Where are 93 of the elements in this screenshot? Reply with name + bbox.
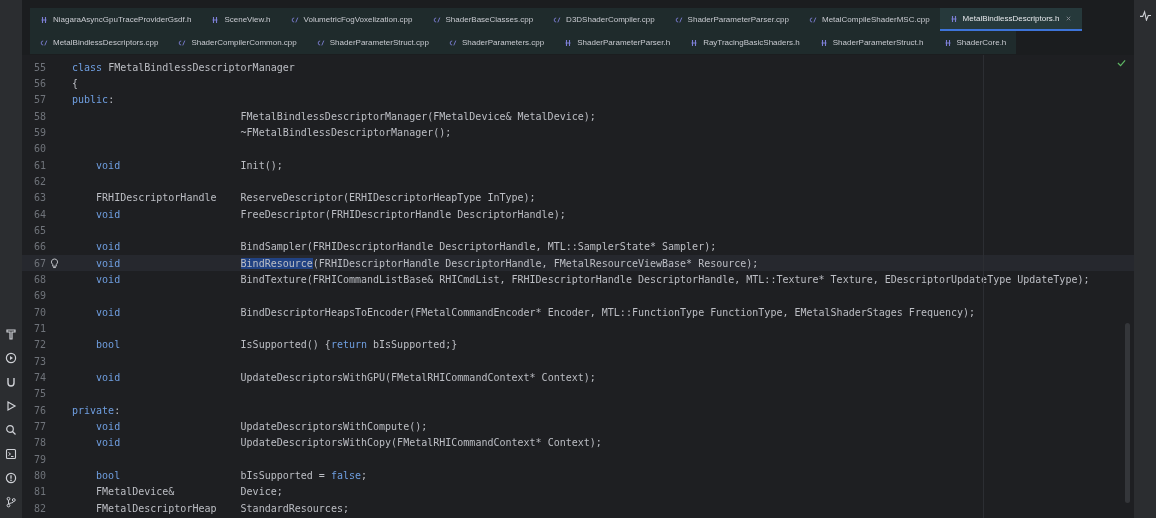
magnet-icon[interactable] — [5, 376, 17, 388]
code-line: void UpdateDescriptorsWithCopy(FMetalRHICommandContext* Context); — [95, 437, 602, 449]
line-number: 67 — [32, 257, 46, 269]
code-line: void BindResource(FRHIDescriptorHandle DescriptorHandle, FMetalResourceViewBase* Resource); — [95, 257, 759, 269]
file-tab[interactable]: MetalCompileShaderMSC.cpp — [799, 8, 940, 31]
activity-icon[interactable] — [1138, 10, 1152, 21]
source-file-icon — [553, 15, 562, 24]
code-line: private: — [72, 404, 121, 416]
file-tab[interactable]: ShaderCore.h — [933, 31, 1017, 54]
line-number: 80 — [32, 469, 46, 481]
source-file-icon — [316, 38, 325, 47]
line-number: 81 — [32, 486, 46, 498]
line-number: 56 — [32, 78, 46, 89]
line-number: 76 — [32, 404, 46, 416]
line-number: 64 — [32, 208, 46, 220]
line-number: 79 — [32, 453, 46, 465]
code-line: void Init(); — [95, 159, 283, 171]
header-file-icon — [949, 14, 958, 23]
line-number: 73 — [32, 355, 46, 367]
file-tab[interactable]: ShaderCompilerCommon.cpp — [168, 31, 307, 54]
line-number: 82 — [32, 502, 46, 514]
warning-icon[interactable] — [5, 472, 17, 484]
line-number: 68 — [32, 273, 46, 285]
line-number: 77 — [32, 420, 46, 432]
branch-icon[interactable] — [5, 496, 17, 508]
code-line: void FreeDescriptor(FRHIDescriptorHandle DescriptorHandle); — [95, 208, 566, 220]
search-icon[interactable] — [5, 424, 17, 436]
line-number: 70 — [32, 306, 46, 318]
file-tab[interactable]: D3DShaderCompiler.cpp — [543, 8, 665, 31]
line-number: 74 — [32, 371, 46, 383]
line-number: 72 — [32, 339, 46, 351]
source-file-icon — [290, 15, 299, 24]
lightbulb-icon[interactable] — [50, 257, 59, 269]
file-tab[interactable]: ShaderParameters.cpp — [438, 31, 555, 54]
source-file-icon — [674, 15, 683, 24]
source-file-icon — [809, 15, 817, 24]
file-tab[interactable]: VolumetricFogVoxelization.cpp — [280, 8, 423, 31]
code-line: FMetalBindlessDescriptorManager(FMetalDevice& MetalDevice); — [239, 110, 596, 122]
header-file-icon — [211, 15, 220, 24]
header-file-icon — [943, 38, 952, 47]
file-tab[interactable]: ShaderParameterParser.h — [554, 31, 681, 54]
source-file-icon — [448, 38, 457, 47]
scrollbar[interactable] — [1125, 323, 1130, 503]
file-tab[interactable]: SceneView.h — [201, 8, 281, 31]
code-line: FRHIDescriptorHandle ReserveDescriptor(ERHIDescriptorHeapType InType); — [95, 192, 536, 204]
file-tab[interactable]: ShaderBaseClasses.cpp — [422, 8, 544, 31]
header-file-icon — [40, 15, 48, 24]
code-line: void BindTexture(FRHICommandListBase& RHICmdList, FRHIDescriptorHandle DescriptorHandle, MTL::Texture* Texture, EDescriptorUpdateType UpdateType); — [95, 273, 1090, 285]
line-number: 61 — [32, 159, 46, 171]
close-icon[interactable] — [1064, 15, 1072, 22]
file-tab[interactable]: MetalBindlessDescriptors.cpp — [30, 31, 169, 54]
line-number: 59 — [32, 126, 46, 138]
code-line: void BindDescriptorHeapsToEncoder(FMetalCommandEncoder* Encoder, MTL::FunctionType FunctionType, EMetalShaderStages Frequency); — [95, 306, 976, 318]
line-number: 69 — [32, 290, 46, 302]
code-line: FMetalDevice& Device; — [95, 486, 283, 498]
code-line: bool IsSupported() {return bIsSupported;} — [95, 339, 458, 351]
line-number: 66 — [32, 241, 46, 253]
line-number: 62 — [32, 175, 46, 187]
file-tab[interactable]: RayTracingBasicShaders.h — [680, 31, 810, 54]
line-number: 71 — [32, 322, 46, 334]
line-number: 65 — [32, 224, 46, 236]
file-tab[interactable]: MetalBindlessDescriptors.h — [939, 8, 1082, 31]
run-icon[interactable] — [5, 400, 17, 412]
source-file-icon — [40, 38, 48, 47]
code-line: bool bIsSupported = false; — [95, 469, 368, 481]
file-tab[interactable]: ShaderParameterStruct.h — [809, 31, 934, 54]
source-file-icon — [432, 15, 441, 24]
play-circle-icon[interactable] — [5, 352, 17, 364]
line-number: 55 — [32, 61, 46, 73]
header-file-icon — [690, 38, 699, 47]
file-tab[interactable]: ShaderParameterParser.cpp — [664, 8, 799, 31]
line-number: 78 — [32, 437, 46, 449]
line-number: 57 — [32, 94, 46, 106]
code-line: class FMetalBindlessDescriptorManager — [72, 61, 295, 73]
header-file-icon — [564, 38, 573, 47]
code-line: ~FMetalBindlessDescriptorManager(); — [239, 126, 452, 138]
line-number: 75 — [32, 388, 46, 400]
line-number: 60 — [32, 143, 46, 155]
source-file-icon — [178, 38, 187, 47]
header-file-icon — [819, 38, 828, 47]
code-line: public: — [72, 94, 115, 106]
file-tab[interactable]: ShaderParameterStruct.cpp — [306, 31, 439, 54]
code-line: FMetalDescriptorHeap StandardResources; — [95, 502, 349, 514]
code-line: void UpdateDescriptorsWithCompute(); — [95, 420, 428, 432]
line-number: 63 — [32, 192, 46, 204]
code-line: { — [72, 78, 79, 89]
code-line: void UpdateDescriptorsWithGPU(FMetalRHICommandContext* Context); — [95, 371, 596, 383]
code-line: void BindSampler(FRHIDescriptorHandle DescriptorHandle, MTL::SamplerState* Sampler); — [95, 241, 717, 253]
terminal-icon[interactable] — [5, 448, 17, 460]
line-number: 58 — [32, 110, 46, 122]
hammer-icon[interactable] — [5, 328, 17, 340]
file-tab[interactable]: NiagaraAsyncGpuTraceProviderGsdf.h — [30, 8, 202, 31]
check-icon — [1117, 59, 1126, 67]
